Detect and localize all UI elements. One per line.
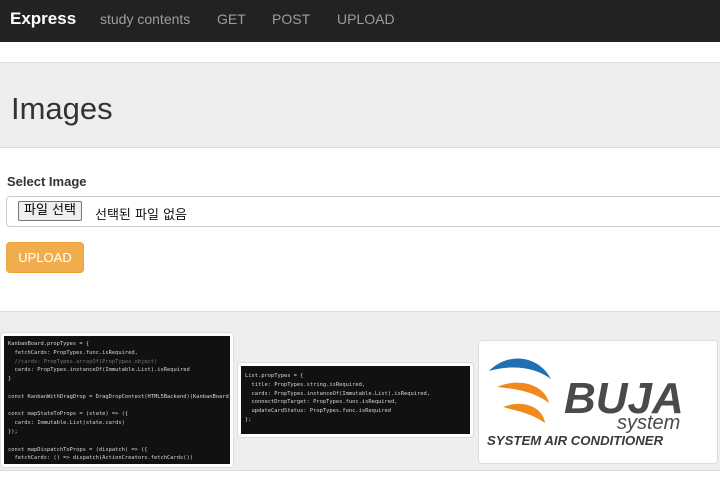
gallery-image-code-1[interactable]: KanbanBoard.propTypes = { fetchCards: Pr… — [0, 332, 234, 468]
page-title: Images — [11, 91, 113, 126]
gallery-image-logo[interactable]: BUJA system SYSTEM AIR CONDITIONER — [478, 340, 718, 464]
code-line: } — [8, 376, 12, 383]
code-line: List.propTypes = { — [245, 373, 304, 379]
navbar: Express study contents GET POST UPLOAD — [0, 0, 720, 42]
nav-item-get[interactable]: GET — [217, 11, 246, 27]
choose-file-button[interactable]: 파일 선택 — [18, 201, 82, 221]
logo-orange-swoosh-1 — [497, 382, 549, 403]
code-screenshot-2: List.propTypes = { title: PropTypes.stri… — [241, 366, 470, 434]
code-line: }; — [245, 416, 252, 423]
logo-subtitle: system — [617, 412, 680, 434]
code-line: }); — [8, 463, 226, 464]
code-screenshot-1: KanbanBoard.propTypes = { fetchCards: Pr… — [4, 336, 230, 464]
code-line: cards: Immutable.List(state.cards) — [8, 420, 125, 427]
code-line: const mapStateToProps = (state) => ({ — [8, 411, 129, 418]
nav-item-upload[interactable]: UPLOAD — [337, 11, 395, 27]
file-input[interactable]: 파일 선택 선택된 파일 없음 — [6, 196, 720, 227]
logo-blue-swoosh — [489, 358, 551, 379]
nav-item-study-contents[interactable]: study contents — [100, 11, 190, 27]
logo-orange-swoosh-2 — [503, 403, 545, 423]
nav-item-post[interactable]: POST — [272, 11, 310, 27]
select-image-label: Select Image — [7, 174, 87, 189]
page-header: Images — [0, 62, 720, 148]
code-line: updateCardStatus: PropTypes.func.isRequi… — [245, 408, 392, 415]
code-line: fetchCards: () => dispatch(ActionCreator… — [8, 455, 193, 462]
code-line: KanbanBoard.propTypes = { — [8, 341, 90, 347]
code-line: cards: PropTypes.instanceOf(Immutable.Li… — [8, 367, 190, 374]
upload-button[interactable]: UPLOAD — [6, 242, 84, 273]
file-status-text: 선택된 파일 없음 — [95, 208, 187, 223]
brand-link[interactable]: Express — [10, 9, 76, 29]
logo-tagline: SYSTEM AIR CONDITIONER — [487, 433, 664, 448]
code-line: connectDropTarget: PropTypes.func.isRequ… — [245, 399, 398, 406]
code-line: cards: PropTypes.instanceOf(Immutable.Li… — [245, 390, 430, 397]
code-line: const mapDispatchToProps = (dispatch) =>… — [8, 446, 148, 453]
gallery-image-code-2[interactable]: List.propTypes = { title: PropTypes.stri… — [237, 362, 474, 438]
code-line: }); — [8, 428, 18, 435]
code-line: //cards: PropTypes.arrayOf(PropTypes.obj… — [8, 358, 158, 365]
code-line: fetchCards: PropTypes.func.isRequired, — [8, 349, 138, 356]
code-line: title: PropTypes.string.isRequired, — [245, 381, 366, 388]
code-line: const KanbanWithDragDrop = DragDropConte… — [8, 393, 230, 400]
buja-logo: BUJA system SYSTEM AIR CONDITIONER — [487, 358, 684, 448]
